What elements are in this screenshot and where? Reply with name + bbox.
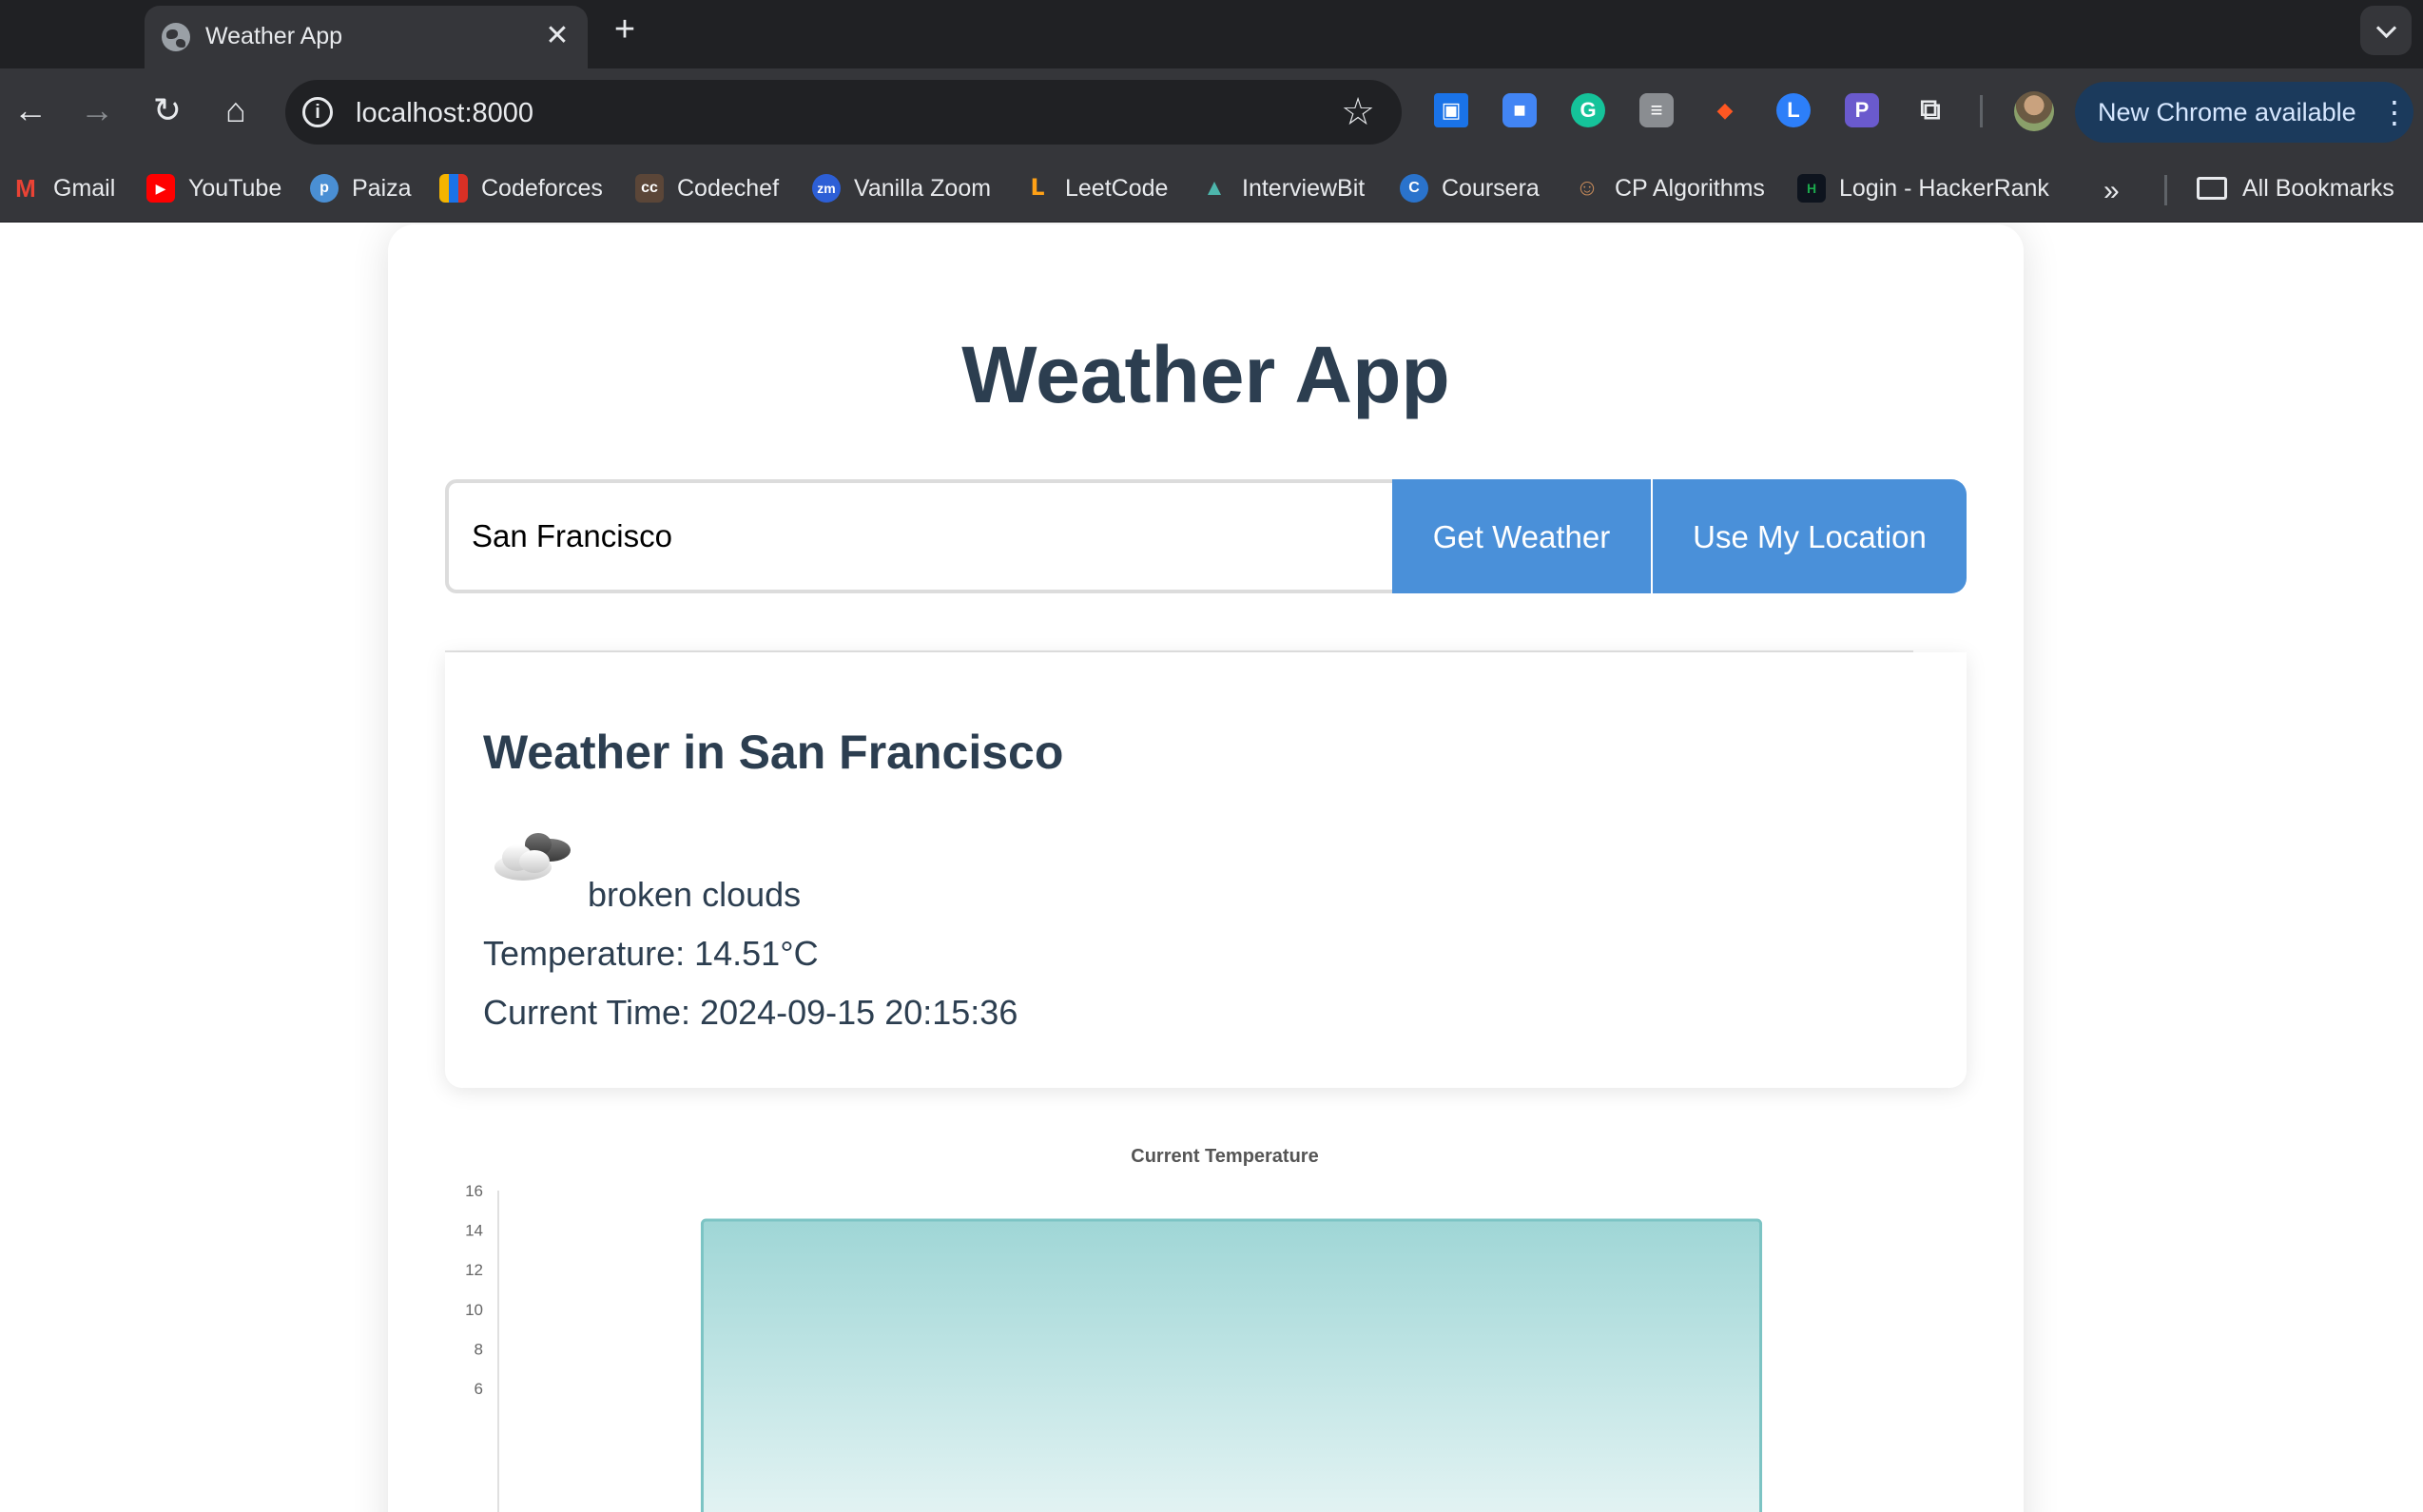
get-weather-button[interactable]: Get Weather [1392,479,1651,593]
app-card: Weather App Get Weather Use My Location … [388,224,2024,1512]
profile-avatar[interactable] [2014,91,2054,131]
tab-strip: Weather App ✕ + [0,0,2423,68]
reload-icon[interactable]: ↻ [145,87,190,133]
bookmarks-overflow-icon[interactable]: » [2103,175,2120,207]
forward-arrow-icon[interactable]: → [74,87,120,133]
all-bookmarks-button[interactable]: All Bookmarks [2197,171,2394,205]
use-my-location-button[interactable]: Use My Location [1653,479,1967,593]
bookmark-youtube[interactable]: ▶ YouTube [146,171,281,205]
home-icon[interactable]: ⌂ [213,87,259,133]
folder-icon [2197,177,2227,200]
back-arrow-icon[interactable]: ← [8,87,53,133]
y-tick-label: 16 [465,1182,483,1200]
cp-algorithms-icon: ☺ [1575,175,1599,201]
more-menu-icon[interactable]: ⋮ [2379,89,2410,135]
extensions-puzzle-icon[interactable]: ⧉ [1913,93,1948,127]
update-chrome-button[interactable]: New Chrome available ⋮ [2075,82,2413,143]
weather-description: broken clouds [588,875,802,914]
y-tick-label: 14 [465,1222,483,1240]
y-tick-label: 12 [465,1261,483,1279]
gmail-icon: M [15,174,36,203]
bookmark-label: Paiza [352,174,412,202]
bookmarks-divider [2164,175,2167,205]
bookmarks-bar: M Gmail ▶ YouTube p Paiza Codeforces cc … [0,154,2423,223]
bookmark-label: Gmail [53,174,116,202]
city-search-input[interactable] [445,479,1396,593]
bookmark-label: Codeforces [481,174,603,202]
bookmark-cp-algorithms[interactable]: ☺ CP Algorithms [1573,171,1765,205]
page-viewport: Weather App Get Weather Use My Location … [0,223,2423,1512]
bookmark-label: InterviewBit [1242,174,1366,202]
bookmark-label: YouTube [188,174,282,202]
all-bookmarks-label: All Bookmarks [2242,174,2394,202]
bookmark-coursera[interactable]: C Coursera [1400,171,1540,205]
bookmark-vanilla-zoom[interactable]: zm Vanilla Zoom [812,171,991,205]
page-title: Weather App [961,330,1450,419]
tab-title: Weather App [205,23,343,49]
notes-extension-icon[interactable]: ≡ [1639,93,1674,127]
bookmark-label: Login - HackerRank [1839,174,2049,202]
p-extension-icon[interactable]: P [1845,93,1879,127]
youtube-icon: ▶ [146,174,175,203]
interviewbit-icon: ▲ [1203,175,1226,201]
bookmark-gmail[interactable]: M Gmail [11,171,115,205]
chart-bars [700,1218,1763,1512]
y-tick-label: 10 [465,1301,483,1319]
update-chip-label: New Chrome available [2098,98,2356,126]
zoom-icon: zm [812,174,841,203]
codeforces-icon [439,174,468,203]
tab-weather-app[interactable]: Weather App ✕ [145,6,588,68]
globe-icon [162,23,190,51]
weather-heading: Weather in San Francisco [483,726,1064,779]
site-info-icon[interactable]: i [302,97,333,127]
screenshot-extension-icon[interactable]: ▣ [1434,93,1468,127]
temperature-text: Temperature: 14.51°C [483,934,819,973]
bookmark-paiza[interactable]: p Paiza [310,171,412,205]
bookmark-star-icon[interactable]: ☆ [1335,89,1381,135]
browser-toolbar: ← → ↻ ⌂ i localhost:8000 ☆ ▣ ■ G ≡ ◆ L P… [0,68,2423,154]
broken-clouds-icon [494,833,571,881]
bookmark-hackerrank[interactable]: H Login - HackerRank [1797,171,2049,205]
toolbar-divider [1980,95,1983,127]
bookmark-label: Coursera [1442,174,1540,202]
y-tick-label: 8 [475,1340,483,1358]
tab-extension-icon[interactable]: ■ [1502,93,1537,127]
grammarly-icon[interactable]: G [1571,93,1605,127]
y-tick-label: 6 [475,1380,483,1398]
bookmark-label: LeetCode [1065,174,1169,202]
chart-title: Current Temperature [1131,1146,1318,1167]
tab-search-button[interactable] [2360,6,2412,55]
address-bar[interactable]: i localhost:8000 ☆ [285,80,1402,145]
bookmark-label: Vanilla Zoom [854,174,992,202]
bookmark-codeforces[interactable]: Codeforces [439,171,603,205]
leetcode-icon: ᒪ [1030,175,1045,201]
new-tab-button[interactable]: + [607,10,643,49]
bookmark-codechef[interactable]: cc Codechef [635,171,779,205]
coursera-icon: C [1400,174,1428,203]
lingq-extension-icon[interactable]: L [1776,93,1811,127]
hackerrank-icon: H [1797,174,1826,203]
bookmark-leetcode[interactable]: ᒪ LeetCode [1023,171,1168,205]
bookmark-label: Codechef [677,174,780,202]
temperature-chart: Current Temperature 16 14 12 10 8 6 [465,1146,1763,1512]
paiza-icon: p [310,174,339,203]
url-text[interactable]: localhost:8000 [356,98,533,129]
bookmark-label: CP Algorithms [1615,174,1765,202]
fox-extension-icon[interactable]: ◆ [1708,93,1742,127]
temperature-bar [700,1218,1763,1512]
close-tab-icon[interactable]: ✕ [540,19,574,53]
codechef-icon: cc [635,174,664,203]
weather-result-card: Weather in San Francisco broken clouds T… [445,652,1967,1088]
bookmark-interviewbit[interactable]: ▲ InterviewBit [1200,171,1365,205]
current-time-text: Current Time: 2024-09-15 20:15:36 [483,993,1018,1032]
y-axis-ticks: 16 14 12 10 8 6 [465,1182,483,1398]
